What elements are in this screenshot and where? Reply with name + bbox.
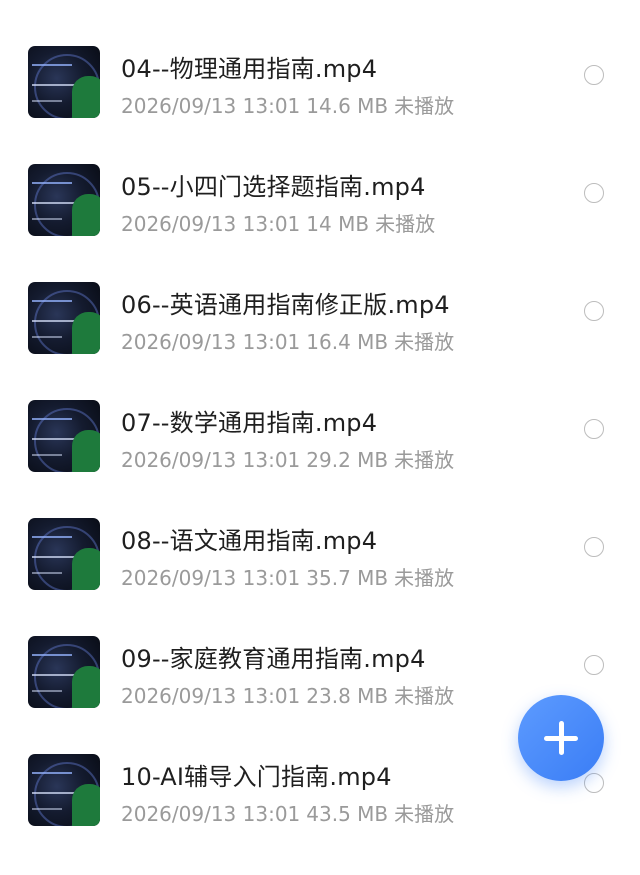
file-title[interactable]: 06--英语通用指南修正版.mp4: [121, 285, 450, 320]
file-meta: 2026/09/13 13:01 16.4 MB 未播放: [121, 326, 460, 355]
file-row[interactable]: 04--物理通用指南.mp4 2026/09/13 13:01 14.6 MB 未播…: [0, 46, 640, 164]
file-title[interactable]: 05--小四门选择题指南.mp4: [121, 167, 426, 202]
file-date: 2026/09/13 13:01: [121, 94, 301, 118]
file-date: 2026/09/13 13:01: [121, 330, 301, 354]
thumbnail-text-line: [32, 654, 72, 656]
thumbnail-text-line: [32, 572, 62, 574]
video-thumbnail[interactable]: [28, 46, 100, 118]
file-meta: 2026/09/13 13:01 43.5 MB 未播放: [121, 798, 460, 827]
thumbnail-person: [72, 76, 100, 118]
file-title[interactable]: 07--数学通用指南.mp4: [121, 403, 377, 438]
add-button[interactable]: [518, 695, 604, 781]
select-radio[interactable]: [584, 419, 604, 439]
file-date: 2026/09/13 13:01: [121, 448, 301, 472]
thumbnail-text-line: [32, 64, 72, 66]
file-status: 未播放: [394, 566, 455, 590]
file-title[interactable]: 08--语文通用指南.mp4: [121, 521, 377, 556]
file-date: 2026/09/13 13:01: [121, 212, 301, 236]
file-status: 未播放: [394, 802, 455, 826]
thumbnail-person: [72, 194, 100, 236]
file-status: 未播放: [394, 448, 455, 472]
thumbnail-text-line: [32, 336, 62, 338]
file-title[interactable]: 09--家庭教育通用指南.mp4: [121, 639, 426, 674]
video-thumbnail[interactable]: [28, 164, 100, 236]
thumbnail-text-line: [32, 454, 62, 456]
thumbnail-person: [72, 548, 100, 590]
video-thumbnail[interactable]: [28, 400, 100, 472]
select-radio[interactable]: [584, 655, 604, 675]
thumbnail-text-line: [32, 792, 78, 794]
file-meta: 2026/09/13 13:01 29.2 MB 未播放: [121, 444, 460, 473]
thumbnail-text-line: [32, 772, 72, 774]
thumbnail-text-line: [32, 202, 78, 204]
file-row[interactable]: 08--语文通用指南.mp4 2026/09/13 13:01 35.7 MB 未播…: [0, 518, 640, 636]
file-date: 2026/09/13 13:01: [121, 802, 301, 826]
thumbnail-text-line: [32, 182, 72, 184]
thumbnail-text-line: [32, 320, 78, 322]
file-status: 未播放: [394, 684, 455, 708]
video-thumbnail[interactable]: [28, 518, 100, 590]
thumbnail-person: [72, 666, 100, 708]
select-radio[interactable]: [584, 65, 604, 85]
file-row[interactable]: 05--小四门选择题指南.mp4 2026/09/13 13:01 14 MB 未播…: [0, 164, 640, 282]
thumbnail-text-line: [32, 218, 62, 220]
thumbnail-person: [72, 430, 100, 472]
video-thumbnail[interactable]: [28, 282, 100, 354]
thumbnail-text-line: [32, 674, 78, 676]
file-meta: 2026/09/13 13:01 14.6 MB 未播放: [121, 90, 460, 119]
file-size: 35.7 MB: [306, 566, 389, 590]
select-radio[interactable]: [584, 301, 604, 321]
file-row[interactable]: 07--数学通用指南.mp4 2026/09/13 13:01 29.2 MB 未播…: [0, 400, 640, 518]
file-meta: 2026/09/13 13:01 23.8 MB 未播放: [121, 680, 460, 709]
file-meta: 2026/09/13 13:01 35.7 MB 未播放: [121, 562, 460, 591]
file-row[interactable]: 06--英语通用指南修正版.mp4 2026/09/13 13:01 16.4 M…: [0, 282, 640, 400]
file-size: 43.5 MB: [306, 802, 389, 826]
file-title[interactable]: 04--物理通用指南.mp4: [121, 49, 377, 84]
thumbnail-text-line: [32, 100, 62, 102]
file-size: 14.6 MB: [306, 94, 389, 118]
file-status: 未播放: [375, 212, 436, 236]
plus-icon: [559, 721, 564, 755]
select-radio[interactable]: [584, 183, 604, 203]
file-status: 未播放: [394, 330, 455, 354]
thumbnail-text-line: [32, 690, 62, 692]
thumbnail-text-line: [32, 300, 72, 302]
video-thumbnail[interactable]: [28, 754, 100, 826]
thumbnail-text-line: [32, 808, 62, 810]
thumbnail-text-line: [32, 84, 78, 86]
thumbnail-text-line: [32, 536, 72, 538]
thumbnail-person: [72, 312, 100, 354]
file-date: 2026/09/13 13:01: [121, 684, 301, 708]
file-size: 16.4 MB: [306, 330, 389, 354]
file-size: 29.2 MB: [306, 448, 389, 472]
file-date: 2026/09/13 13:01: [121, 566, 301, 590]
thumbnail-text-line: [32, 556, 78, 558]
file-meta: 2026/09/13 13:01 14 MB 未播放: [121, 208, 441, 237]
thumbnail-person: [72, 784, 100, 826]
file-size: 23.8 MB: [306, 684, 389, 708]
file-title[interactable]: 10-AI辅导入门指南.mp4: [121, 757, 392, 792]
file-size: 14 MB: [306, 212, 370, 236]
select-radio[interactable]: [584, 537, 604, 557]
video-thumbnail[interactable]: [28, 636, 100, 708]
select-radio[interactable]: [584, 773, 604, 793]
thumbnail-text-line: [32, 438, 78, 440]
file-status: 未播放: [394, 94, 455, 118]
thumbnail-text-line: [32, 418, 72, 420]
